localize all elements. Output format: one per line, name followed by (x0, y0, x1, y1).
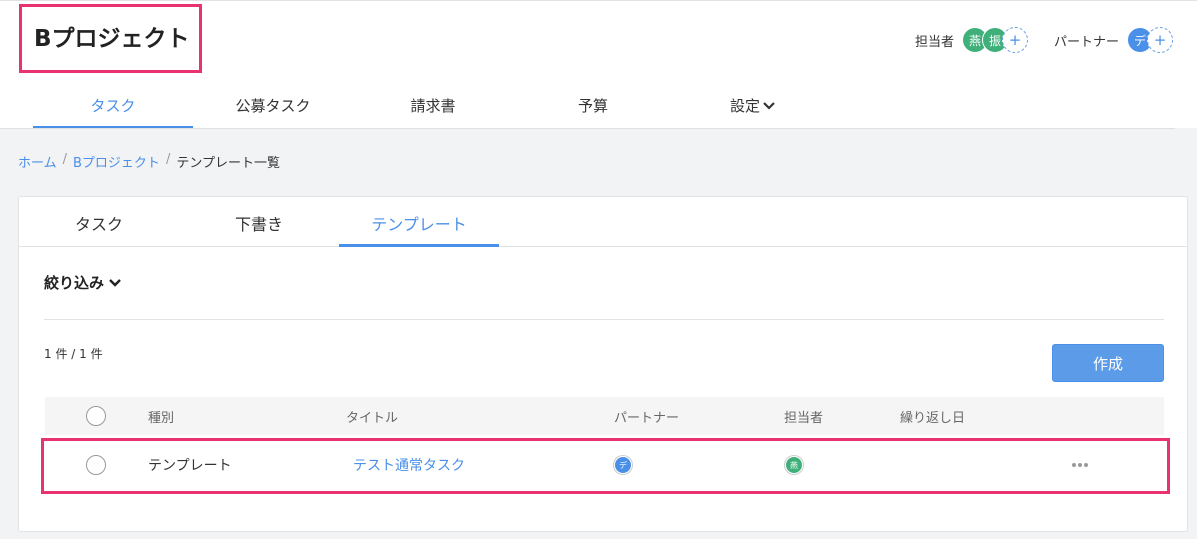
project-header: Bプロジェクト 担当者 燕 振 + パートナー デ + タスク 公募タスク 請求… (0, 0, 1197, 129)
filter-toggle[interactable]: 絞り込み (44, 272, 122, 293)
column-header-assignee[interactable]: 担当者 (784, 397, 823, 435)
tab-tasks[interactable]: タスク (19, 197, 179, 247)
task-tabs: タスク 下書き テンプレート (19, 197, 1187, 247)
nav-tab-tasks[interactable]: タスク (33, 87, 193, 129)
nav-tab-invoices[interactable]: 請求書 (353, 87, 513, 129)
column-header-partner[interactable]: パートナー (614, 397, 679, 435)
column-header-type[interactable]: 種別 (148, 397, 174, 435)
select-all-cell (86, 397, 106, 435)
breadcrumb-project[interactable]: Bプロジェクト (73, 152, 160, 171)
chevron-down-icon (763, 102, 775, 110)
tab-drafts[interactable]: 下書き (179, 197, 339, 247)
tab-templates[interactable]: テンプレート (339, 197, 499, 247)
add-partner-button[interactable]: + (1147, 27, 1173, 53)
column-header-repeat[interactable]: 繰り返し日 (900, 397, 965, 435)
add-assignee-button[interactable]: + (1001, 27, 1028, 53)
project-title: Bプロジェクト (34, 26, 190, 52)
project-members: 担当者 燕 振 + パートナー デ + (915, 25, 1173, 55)
nav-divider (0, 128, 1175, 129)
assignee-avatars: 燕 振 + (961, 27, 1028, 53)
partner-label: パートナー (1053, 34, 1119, 50)
template-list-card: タスク 下書き テンプレート 絞り込み 1 件 / 1 件 作成 種別 タイトル… (18, 196, 1188, 532)
breadcrumb-current: テンプレート一覧 (176, 156, 280, 171)
create-button[interactable]: 作成 (1052, 344, 1164, 382)
filter-divider (44, 319, 1164, 320)
partner-avatars: デ + (1127, 27, 1173, 53)
table-header: 種別 タイトル パートナー 担当者 繰り返し日 (45, 397, 1164, 435)
filter-label: 絞り込み (44, 274, 105, 292)
breadcrumb: ホーム / Bプロジェクト / テンプレート一覧 (18, 152, 280, 171)
column-header-title[interactable]: タイトル (346, 397, 398, 435)
result-count: 1 件 / 1 件 (44, 347, 103, 361)
project-nav: タスク 公募タスク 請求書 予算 設定 (33, 87, 833, 129)
nav-tab-budget[interactable]: 予算 (513, 87, 673, 129)
assignee-label: 担当者 (914, 34, 954, 50)
breadcrumb-home[interactable]: ホーム (18, 152, 57, 171)
select-all-radio[interactable] (86, 406, 106, 426)
breadcrumb-separator: / (165, 152, 171, 167)
nav-tab-public-tasks[interactable]: 公募タスク (193, 87, 353, 129)
chevron-down-icon (109, 278, 121, 287)
nav-tab-settings[interactable]: 設定 (673, 87, 833, 129)
nav-settings-label: 設定 (729, 97, 760, 115)
row-highlight-box (41, 438, 1170, 494)
breadcrumb-separator: / (62, 152, 68, 167)
